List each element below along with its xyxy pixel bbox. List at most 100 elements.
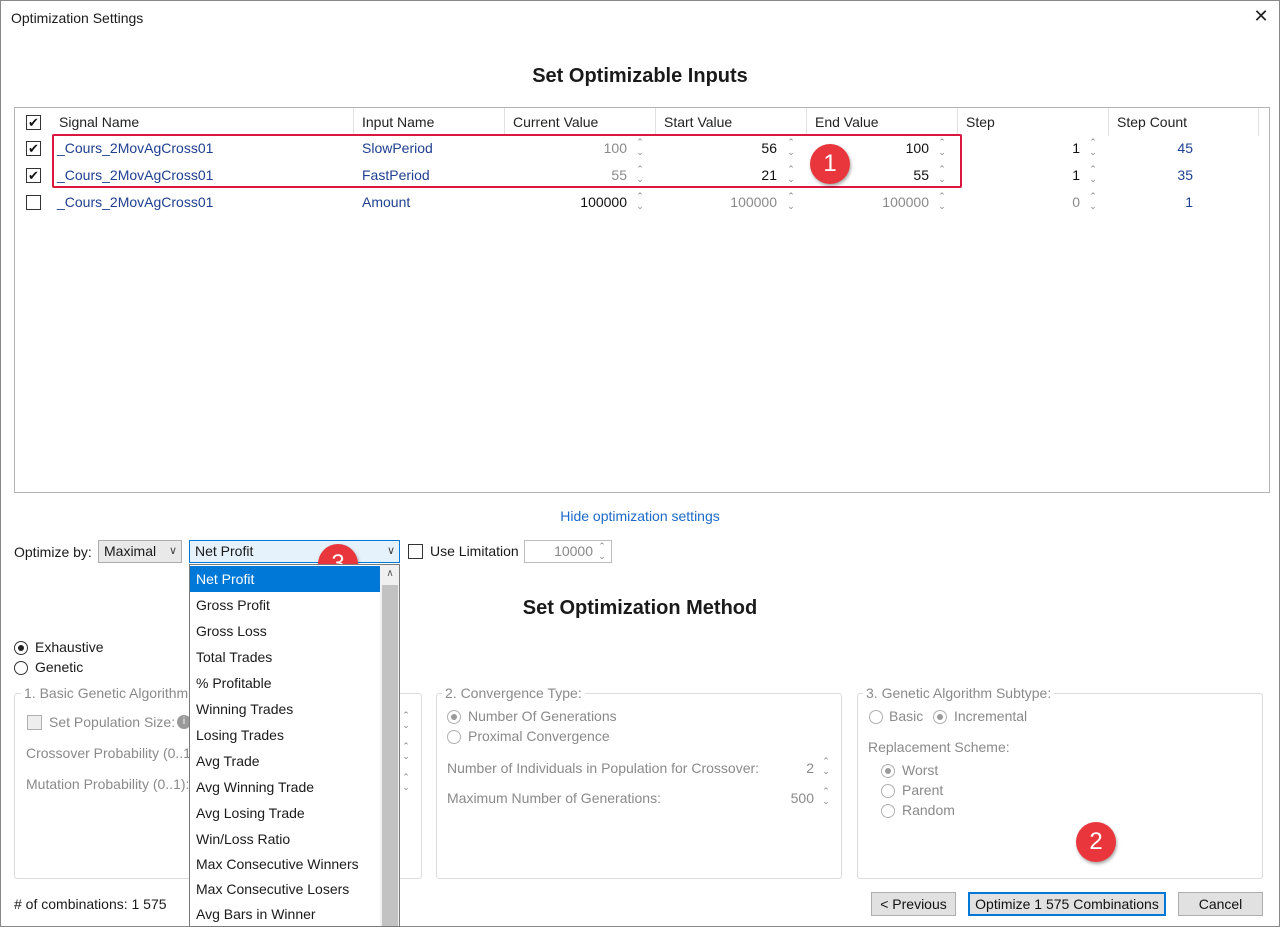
basic-radio[interactable] [869,710,883,724]
hide-settings-link[interactable]: Hide optimization settings [538,508,742,524]
parent-label: Parent [902,782,944,798]
optimize-mode-select[interactable]: Maximal ∨ [98,540,182,563]
parent-radio[interactable] [881,784,895,798]
use-limitation-checkbox[interactable] [408,544,423,559]
basic-label: Basic [889,708,924,724]
column-header-input[interactable]: Input Name [354,108,505,136]
column-header-step[interactable]: Step [958,108,1109,136]
chevron-down-icon: ∨ [386,545,395,557]
dropdown-item[interactable]: Net Profit [190,566,380,592]
population-label: Set Population Size: [49,714,176,730]
spinner-icon[interactable]: ⌃ ⌄ [401,741,411,763]
dropdown-item[interactable]: Win/Loss Ratio [190,826,380,852]
signal-name-cell: _Cours_2MovAgCross01 [57,194,214,210]
spinner-icon[interactable]: ⌃ ⌄ [821,756,831,778]
inputs-heading: Set Optimizable Inputs [532,65,748,87]
optimize-mode-value: Maximal [104,543,157,559]
genetic-label: Genetic [35,659,84,675]
scrollbar-thumb[interactable] [382,585,398,926]
generations-label: Number Of Generations [468,708,617,724]
dropdown-item[interactable]: Gross Profit [190,592,380,618]
population-checkbox[interactable] [27,715,42,730]
chevron-down-icon: ∨ [168,545,177,557]
column-header-step-count[interactable]: Step Count [1109,108,1259,136]
random-radio[interactable] [881,804,895,818]
spinner-icon[interactable]: ⌃ ⌄ [597,541,607,563]
dropdown-item[interactable]: Winning Trades [190,696,380,722]
optimize-by-label: Optimize by: [14,544,92,560]
spinner-icon[interactable]: ⌃ ⌄ [937,191,947,213]
max-generations-input[interactable]: 500 [770,790,814,806]
dropdown-item[interactable]: Avg Winning Trade [190,774,380,800]
spinner-icon[interactable]: ⌃ ⌄ [821,786,831,808]
use-limitation-label: Use Limitation [430,543,519,559]
select-all-checkbox[interactable]: ✔ [26,115,41,130]
max-generations-label: Maximum Number of Generations: [447,790,661,806]
step-input[interactable]: 1 [978,162,1080,189]
step-count-cell: 45 [1177,140,1193,156]
criterion-value: Net Profit [195,543,254,559]
dropdown-item[interactable]: % Profitable [190,670,380,696]
callout-badge-1: 1 [810,144,850,184]
genetic-radio[interactable] [14,661,28,675]
scroll-up-icon[interactable]: ∧ [380,565,399,583]
dropdown-item[interactable]: Total Trades [190,644,380,670]
proximal-radio[interactable] [447,730,461,744]
dropdown-item[interactable]: Gross Loss [190,618,380,644]
step-count-cell: 35 [1177,167,1193,183]
group-1-title: 1. Basic Genetic Algorithm [21,685,192,701]
dropdown-scrollbar[interactable]: ∧ [380,565,399,926]
dropdown-item[interactable]: Losing Trades [190,722,380,748]
spinner-icon[interactable]: ⌃ ⌄ [1088,137,1098,159]
spinner-icon[interactable]: ⌃ ⌄ [401,710,411,732]
generations-radio[interactable] [447,710,461,724]
column-header-signal[interactable]: Signal Name [51,108,354,136]
individuals-input[interactable]: 2 [790,760,814,776]
current-value-input[interactable]: 100000 [525,189,627,216]
individuals-label: Number of Individuals in Population for … [447,760,760,776]
window-title: Optimization Settings [11,10,144,26]
previous-button[interactable]: < Previous [871,892,956,916]
incremental-radio[interactable] [933,710,947,724]
row-checkbox[interactable]: ✔ [26,141,41,156]
row-checkbox[interactable] [26,195,41,210]
optimize-button[interactable]: Optimize 1 575 Combinations [968,892,1166,916]
spinner-icon[interactable]: ⌃ ⌄ [1088,164,1098,186]
group-3-title: 3. Genetic Algorithm Subtype: [863,685,1055,701]
dropdown-item[interactable]: Avg Trade [190,748,380,774]
spinner-icon[interactable]: ⌃ ⌄ [635,191,645,213]
column-header-end[interactable]: End Value [807,108,958,136]
callout-badge-2: 2 [1076,822,1116,862]
replacement-label: Replacement Scheme: [868,739,1010,755]
spinner-icon[interactable]: ⌃ ⌄ [786,191,796,213]
group-2-title: 2. Convergence Type: [442,685,585,701]
spinner-icon[interactable]: ⌃ ⌄ [1088,191,1098,213]
combinations-count: # of combinations: 1 575 [14,896,167,912]
worst-radio[interactable] [881,764,895,778]
exhaustive-label: Exhaustive [35,639,104,655]
exhaustive-radio[interactable] [14,641,28,655]
dropdown-item[interactable]: Avg Bars in Winner [190,901,380,926]
random-label: Random [902,802,955,818]
step-input[interactable]: 0 [978,189,1080,216]
spinner-icon[interactable]: ⌃ ⌄ [401,772,411,794]
dropdown-item[interactable]: Avg Losing Trade [190,800,380,826]
input-name-cell: Amount [362,194,411,210]
proximal-label: Proximal Convergence [468,728,610,744]
method-heading: Set Optimization Method [522,597,758,619]
column-header-start[interactable]: Start Value [656,108,807,136]
column-header-current[interactable]: Current Value [505,108,656,136]
mutation-label: Mutation Probability (0..1): [26,776,190,792]
step-count-cell: 1 [1185,194,1193,210]
close-icon[interactable]: ✕ [1250,4,1272,28]
dropdown-item[interactable]: Max Consecutive Losers [190,876,380,902]
cancel-button[interactable]: Cancel [1178,892,1263,916]
end-value-input[interactable]: 100000 [827,189,929,216]
worst-label: Worst [902,762,939,778]
dropdown-item[interactable]: Max Consecutive Winners [190,851,380,877]
step-input[interactable]: 1 [978,135,1080,162]
row-checkbox[interactable]: ✔ [26,168,41,183]
criterion-select[interactable]: Net Profit ∨ [189,540,400,563]
start-value-input[interactable]: 100000 [675,189,777,216]
incremental-label: Incremental [954,708,1028,724]
